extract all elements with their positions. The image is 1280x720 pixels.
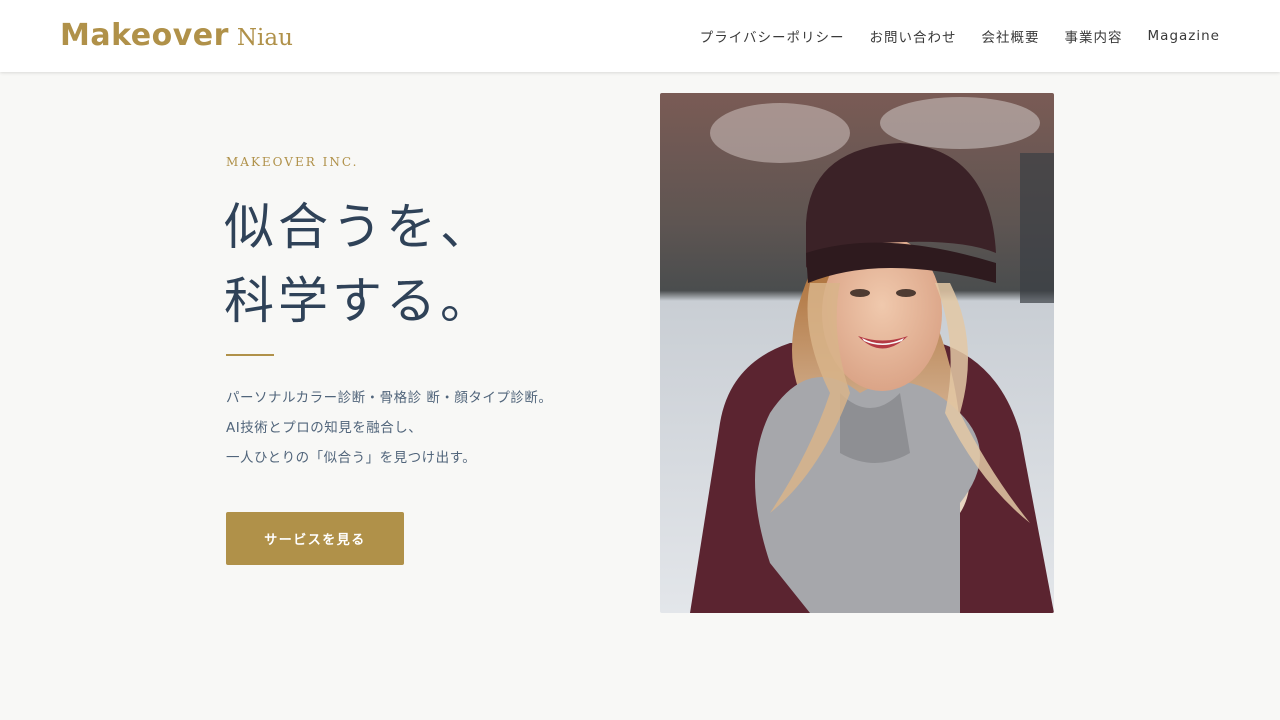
site-header: Makeover Niau プライバシーポリシー お問い合わせ 会社概要 事業内…	[0, 0, 1280, 72]
nav-services[interactable]: 事業内容	[1065, 26, 1123, 46]
view-services-button[interactable]: サービスを見る	[226, 512, 404, 565]
main-nav: プライバシーポリシー お問い合わせ 会社概要 事業内容 Magazine	[675, 0, 1220, 72]
hero-description-line-3: 一人ひとりの「似合う」を見つけ出す。	[226, 450, 477, 466]
site-logo[interactable]: Makeover Niau	[60, 18, 293, 54]
nav-company-profile[interactable]: 会社概要	[982, 26, 1040, 46]
hero-headline: 似合うを、 科学する。	[224, 190, 494, 338]
hero-description-line-1: パーソナルカラー診断・骨格診 断・顔タイプ診断。	[226, 390, 553, 406]
accent-divider	[226, 354, 274, 356]
logo-subtitle: Niau	[236, 25, 293, 51]
hero-eyebrow: MAKEOVER INC.	[226, 155, 359, 169]
hero-headline-line-1: 似合うを、	[224, 198, 494, 256]
nav-privacy-policy[interactable]: プライバシーポリシー	[700, 26, 845, 46]
hero-headline-line-2: 科学する。	[224, 272, 494, 330]
hero-photo	[660, 93, 1054, 613]
hero-description-line-2: AI技術とプロの知見を融合し、	[226, 420, 423, 436]
nav-contact[interactable]: お問い合わせ	[870, 26, 957, 46]
hero-description: パーソナルカラー診断・骨格診 断・顔タイプ診断。 AI技術とプロの知見を融合し、…	[226, 383, 552, 473]
logo-wordmark: Makeover	[60, 18, 229, 53]
nav-magazine[interactable]: Magazine	[1148, 28, 1220, 44]
